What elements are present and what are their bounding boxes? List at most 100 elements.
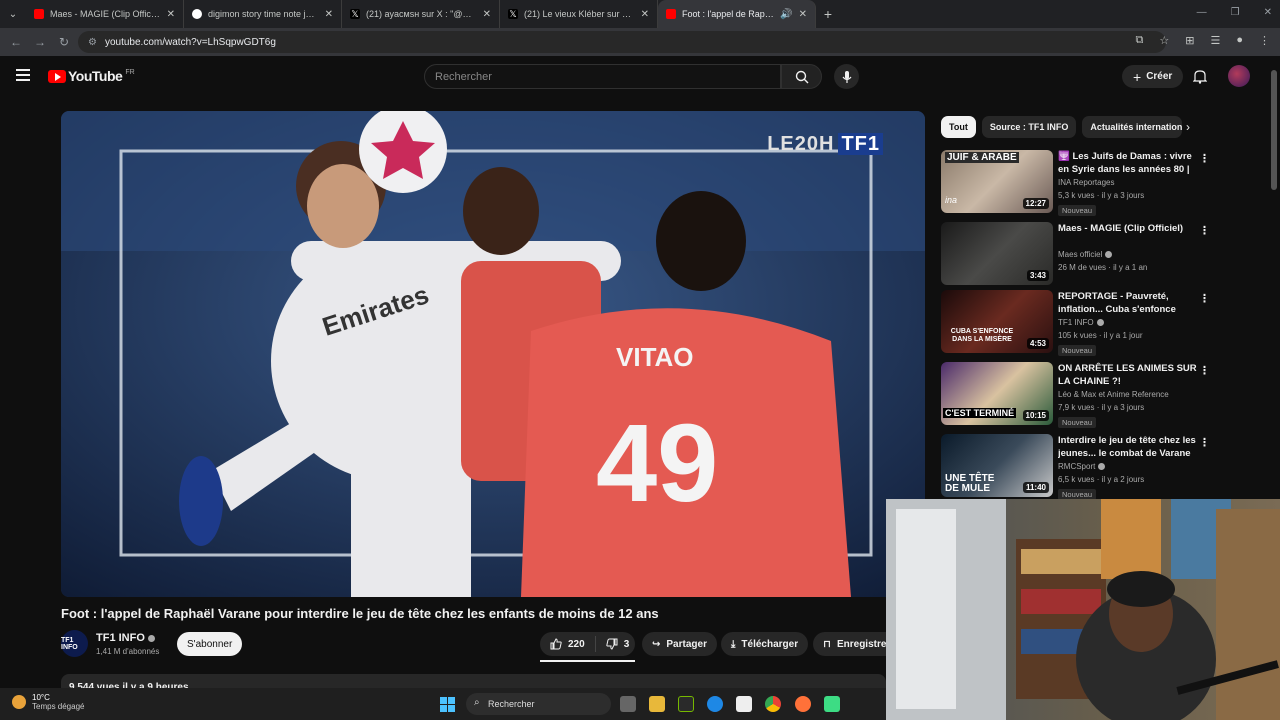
weather-icon [12,695,26,709]
task-view-icon[interactable] [620,696,636,712]
dislike-button[interactable]: 3 [596,638,640,650]
install-app-icon[interactable]: ⧉ [1136,34,1144,47]
back-icon[interactable]: ← [4,35,28,49]
svg-text:VITAO: VITAO [616,342,694,372]
voice-search-button[interactable] [834,64,859,89]
youtube-logo[interactable]: YouTube FR [48,68,135,84]
close-tab-icon[interactable]: ✕ [641,9,649,20]
site-info-icon[interactable]: ⚙ [88,37,97,48]
bookmark-star-icon[interactable]: ☆ [1159,34,1169,47]
recommended-video[interactable]: UNE TÊTE DE MULE 11:40 Interdire le jeu … [941,434,1271,500]
verified-icon [1096,319,1104,327]
tab-list-button[interactable]: ⌄ [0,0,26,28]
create-label: Créer [1146,71,1173,82]
more-options-icon[interactable]: ⋮ [1199,364,1210,377]
recommended-video[interactable]: 3:43 Maes - MAGIE (Clip Officiel) Maes o… [941,222,1271,286]
new-tab-button[interactable]: + [816,6,840,22]
search-button[interactable] [781,64,822,89]
like-button[interactable]: 220 [540,636,596,652]
video-thumbnail[interactable]: JUIF & ARABE ina 12:27 [941,150,1053,213]
microphone-icon [842,70,851,83]
nvidia-icon[interactable] [678,696,694,712]
taskbar-search[interactable]: ⌕ Rechercher [466,693,611,715]
recommended-video[interactable]: CUBA S'ENFONCE DANS LA MISÈRE 4:53 REPOR… [941,290,1271,356]
video-player[interactable]: Emirates VITAO 49 LE20H TF1 [61,111,925,597]
page-scrollbar[interactable] [1271,60,1277,500]
subscribe-button[interactable]: S'abonner [177,632,243,656]
x-favicon-icon: 𝕏 [350,9,360,19]
browser-tab[interactable]: 𝕏 (21) ayacмsн sur X : "@SindyOf ✕ [342,0,500,28]
share-button[interactable]: ↪ Partager [642,632,717,656]
video-thumbnail[interactable]: 3:43 [941,222,1053,285]
close-tab-icon[interactable]: ✕ [167,9,175,20]
channel-name[interactable]: Léo & Max et Anime Reference [1058,390,1169,399]
video-frame-image: Emirates VITAO 49 [61,111,925,597]
close-tab-icon[interactable]: ✕ [483,9,491,20]
close-window-icon[interactable]: ✕ [1264,7,1272,18]
maximize-icon[interactable]: ❐ [1231,7,1240,18]
video-title[interactable]: ON ARRÊTE LES ANIMES SUR LA CHAINE ?! [1058,362,1198,388]
reading-list-icon[interactable]: ☰ [1210,34,1220,47]
profile-icon[interactable]: ● [1236,34,1243,47]
store-icon[interactable] [736,696,752,712]
channel-name[interactable]: RMCSport [1058,462,1106,471]
more-options-icon[interactable]: ⋮ [1199,292,1210,305]
download-button[interactable]: ⤓ Télécharger [721,632,809,656]
video-title[interactable]: Interdire le jeu de tête chez les jeunes… [1058,434,1198,460]
channel-name[interactable]: TF1 INFO [1058,318,1104,327]
youtube-header: YouTube FR Rechercher + Créer [0,56,1280,98]
share-label: Partager [666,638,707,650]
forward-icon[interactable]: → [28,35,52,49]
channel-name-text: RMCSport [1058,462,1096,471]
chip-international-news[interactable]: Actualités internationales [1082,116,1183,138]
video-meta: 6,5 k vues · il y a 2 jours [1058,475,1145,484]
windows-start-icon[interactable] [440,697,455,712]
browser-tab[interactable]: Maes - MAGIE (Clip Officiel) - Y ✕ [26,0,184,28]
video-title[interactable]: REPORTAGE - Pauvreté, inflation... Cuba … [1058,290,1198,316]
create-button[interactable]: + Créer [1122,65,1184,88]
menu-icon[interactable] [16,69,30,81]
chip-source[interactable]: Source : TF1 INFO [981,116,1077,138]
browser-tab[interactable]: 𝕏 (21) Le vieux Kléber sur X : "Les ✕ [500,0,658,28]
video-thumbnail[interactable]: UNE TÊTE DE MULE 11:40 [941,434,1053,497]
extensions-icon[interactable]: ⊞ [1185,34,1194,47]
video-thumbnail[interactable]: C'EST TERMINÉ 10:15 [941,362,1053,425]
close-tab-icon[interactable]: ✕ [325,9,333,20]
chevron-right-icon[interactable]: › [1186,120,1190,134]
recommended-video[interactable]: C'EST TERMINÉ 10:15 ON ARRÊTE LES ANIMES… [941,362,1271,428]
video-title[interactable]: Maes - MAGIE (Clip Officiel) [1058,222,1198,235]
firefox-icon[interactable] [795,696,811,712]
edge-icon[interactable] [707,696,723,712]
more-options-icon[interactable]: ⋮ [1199,224,1210,237]
reload-icon[interactable]: ↻ [52,35,76,49]
chrome-icon[interactable] [765,696,781,712]
weather-widget[interactable]: 10°C Temps dégagé [12,693,84,711]
search-input[interactable]: Rechercher [424,64,781,89]
channel-name[interactable]: INA Reportages [1058,178,1114,187]
channel-name-link[interactable]: TF1 INFO [96,632,155,644]
browser-tab[interactable]: digimon story time note jvc - Re ✕ [184,0,342,28]
close-tab-icon[interactable]: ✕ [799,9,807,20]
more-options-icon[interactable]: ⋮ [1199,152,1210,165]
video-title[interactable]: 🕎 Les Juifs de Damas : vivre en Syrie da… [1058,150,1198,176]
watermark-right: TF1 [838,133,883,155]
browser-menu-icon[interactable]: ⋮ [1259,34,1270,47]
notifications-button[interactable] [1192,69,1208,89]
audio-playing-icon[interactable]: 🔊 [780,9,792,20]
save-button[interactable]: ⊓ Enregistrer [813,632,886,656]
more-options-icon[interactable]: ⋮ [1199,436,1210,449]
webcam-image [886,499,1280,720]
url-field[interactable]: ⚙ youtube.com/watch?v=LhSqpwGDT6g [78,31,1166,53]
channel-name[interactable]: Maes officiel [1058,250,1113,259]
recommended-video[interactable]: JUIF & ARABE ina 12:27 🕎 Les Juifs de Da… [941,150,1271,216]
app-icon[interactable] [824,696,840,712]
video-thumbnail[interactable]: CUBA S'ENFONCE DANS LA MISÈRE 4:53 [941,290,1053,353]
file-explorer-icon[interactable] [649,696,665,712]
minimize-icon[interactable]: — [1197,7,1207,18]
chip-all[interactable]: Tout [941,116,976,138]
browser-tab-active[interactable]: Foot : l'appel de Raphaël Va 🔊 ✕ [658,0,816,28]
verified-icon [1105,251,1113,259]
channel-avatar[interactable]: TF1 INFO [61,630,88,657]
account-avatar[interactable] [1228,65,1250,87]
toolbar-icons: ⧉ ☆ ⊞ ☰ ● ⋮ [1136,34,1270,47]
